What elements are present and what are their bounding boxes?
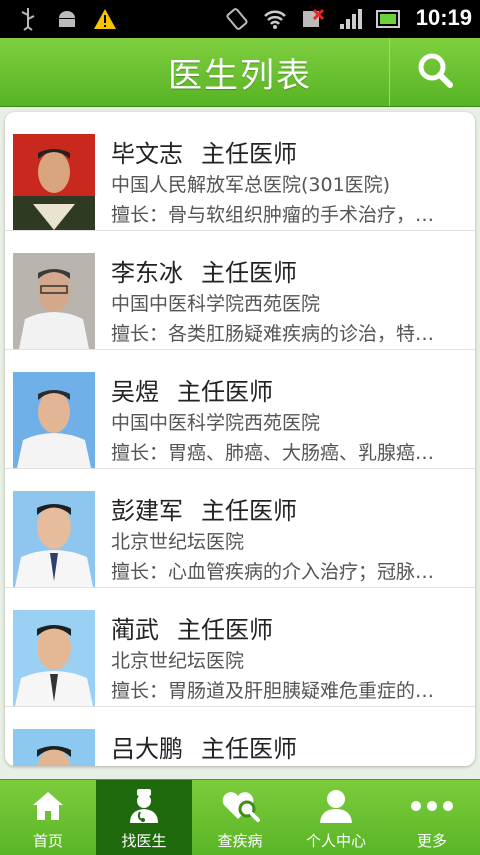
doctor-icon	[126, 788, 162, 824]
nav-label: 首页	[32, 832, 63, 850]
battery-icon	[376, 7, 402, 31]
doctor-title: 主任医师	[201, 259, 297, 287]
doctor-title: 主任医师	[201, 497, 297, 525]
doctor-photo	[13, 610, 95, 706]
doctor-specialty: 擅长：胃癌、肺癌、大肠癌、乳腺癌…	[111, 442, 435, 464]
nav-label: 找医生	[121, 832, 167, 850]
doctor-hospital: 中国人民解放军总医院(301医院)	[111, 174, 391, 196]
more-dots-icon	[410, 788, 454, 824]
doctor-row[interactable]: 毕文志 主任医师 中国人民解放军总医院(301医院) 擅长：骨与软组织肿瘤的手术治…	[5, 112, 475, 231]
cell-signal-icon	[338, 7, 364, 31]
doctor-row[interactable]: 吴煜 主任医师 中国中医科学院西苑医院 擅长：胃癌、肺癌、大肠癌、乳腺癌…	[5, 350, 475, 469]
person-icon	[319, 788, 353, 824]
rotate-icon	[224, 7, 250, 31]
nav-disease[interactable]: 查疾病	[192, 780, 288, 855]
doctor-photo	[13, 253, 95, 349]
doctor-hospital: 北京世纪坛医院	[111, 531, 245, 553]
doctor-title: 主任医师	[201, 735, 297, 763]
doctor-list: 毕文志 主任医师 中国人民解放军总医院(301医院) 擅长：骨与软组织肿瘤的手术治…	[5, 112, 475, 766]
doctor-hospital: 中国中医科学院西苑医院	[111, 293, 321, 315]
status-time: 10:19	[415, 5, 472, 30]
doctor-specialty: 擅长：骨与软组织肿瘤的手术治疗，…	[111, 204, 435, 226]
title-bar: 医生列表	[0, 38, 480, 107]
doctor-photo	[13, 729, 95, 766]
search-icon	[415, 50, 455, 94]
doctor-photo	[13, 491, 95, 587]
home-icon	[31, 788, 65, 824]
nav-home[interactable]: 首页	[0, 780, 96, 855]
doctor-name: 吕大鹏	[111, 735, 183, 763]
nav-personal-center[interactable]: 个人中心	[288, 780, 384, 855]
doctor-name: 毕文志	[111, 140, 183, 168]
doctor-row[interactable]: 蔺武 主任医师 北京世纪坛医院 擅长：胃肠道及肝胆胰疑难危重症的…	[5, 588, 475, 707]
wifi-icon	[262, 7, 288, 31]
doctor-row[interactable]: 彭建军 主任医师 北京世纪坛医院 擅长：心血管疾病的介入治疗；冠脉…	[5, 469, 475, 588]
nav-label: 查疾病	[217, 832, 263, 850]
doctor-specialty: 擅长：各类肛肠疑难疾病的诊治，特…	[111, 323, 435, 345]
doctor-title: 主任医师	[177, 378, 273, 406]
warning-icon	[92, 7, 118, 31]
doctor-row[interactable]: 李东冰 主任医师 中国中医科学院西苑医院 擅长：各类肛肠疑难疾病的诊治，特…	[5, 231, 475, 350]
doctor-title: 主任医师	[177, 616, 273, 644]
doctor-name: 蔺武	[111, 616, 159, 644]
doctor-hospital: 北京世纪坛医院	[111, 650, 245, 672]
doctor-row[interactable]: 吕大鹏 主任医师	[5, 707, 475, 766]
bottom-nav: 首页 找医生 查疾病 个人中心 更多	[0, 779, 480, 855]
android-debug-icon	[54, 7, 80, 31]
doctor-name: 吴煜	[111, 378, 159, 406]
disease-search-icon	[220, 788, 260, 824]
search-button[interactable]	[389, 38, 480, 106]
nav-more[interactable]: 更多	[384, 780, 480, 855]
nav-label: 更多	[416, 832, 447, 850]
status-bar: 10:19	[0, 0, 480, 38]
nav-find-doctor[interactable]: 找医生	[96, 780, 192, 855]
nav-label: 个人中心	[305, 832, 366, 850]
doctor-photo	[13, 372, 95, 468]
no-signal-icon	[300, 7, 326, 31]
usb-icon	[16, 7, 40, 31]
doctor-specialty: 擅长：心血管疾病的介入治疗；冠脉…	[111, 561, 435, 583]
doctor-hospital: 中国中医科学院西苑医院	[111, 412, 321, 434]
doctor-title: 主任医师	[201, 140, 297, 168]
doctor-photo	[13, 134, 95, 230]
doctor-name: 李东冰	[111, 259, 183, 287]
doctor-name: 彭建军	[111, 497, 183, 525]
doctor-specialty: 擅长：胃肠道及肝胆胰疑难危重症的…	[111, 680, 435, 702]
